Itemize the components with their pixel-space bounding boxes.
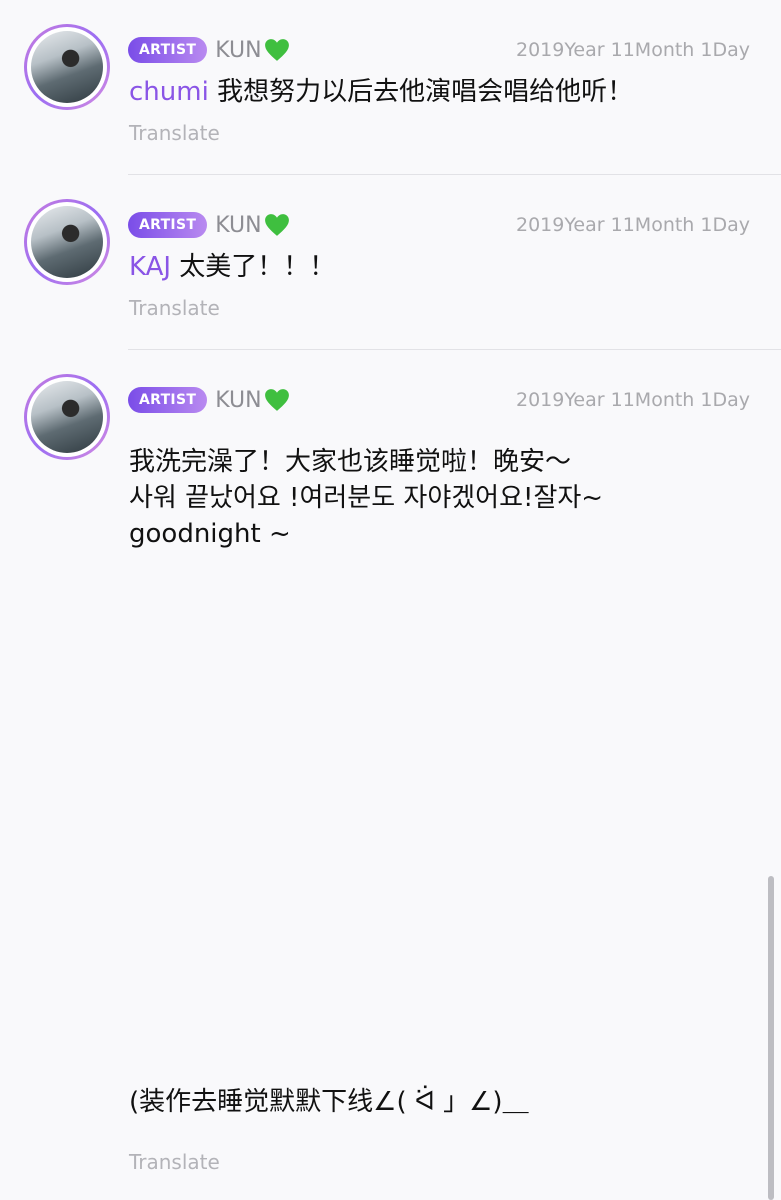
divider <box>128 349 781 350</box>
artist-badge: ARTIST <box>128 387 208 413</box>
translate-link[interactable]: Translate <box>129 296 220 320</box>
post-line: 사워 끝났어요 !여러분도 자야겠어요!잘자~ <box>129 483 604 513</box>
author-name[interactable]: KUN <box>215 213 289 238</box>
author-label: KUN <box>215 387 262 413</box>
author-label: KUN <box>215 37 262 63</box>
mention-link[interactable]: KAJ <box>129 252 171 282</box>
post-meta: ARTIST KUN <box>128 36 290 64</box>
green-heart-icon <box>264 39 289 61</box>
avatar[interactable] <box>24 199 110 285</box>
post-line: goodnight ~ <box>129 519 291 549</box>
post-date: 2019Year 11Month 1Day <box>516 39 750 61</box>
avatar[interactable] <box>24 24 110 110</box>
mention-link[interactable]: chumi <box>129 77 209 107</box>
author-name[interactable]: KUN <box>215 38 289 63</box>
post-body: 太美了！！！ <box>171 252 336 282</box>
green-heart-icon <box>264 214 289 236</box>
divider <box>128 174 781 175</box>
post-text: KAJ 太美了！！！ <box>129 250 335 284</box>
post-line: 我洗完澡了！大家也该睡觉啦！晚安～ <box>129 447 572 477</box>
post-meta: ARTIST KUN <box>128 211 290 239</box>
translate-link[interactable]: Translate <box>129 121 220 145</box>
artist-badge: ARTIST <box>128 37 208 63</box>
scrollbar[interactable] <box>768 876 774 1200</box>
author-name[interactable]: KUN <box>215 388 289 413</box>
post-tail-text: (装作去睡觉默默下线∠( ᐛ 」∠)＿ <box>129 1087 529 1117</box>
post-body: 我想努力以后去他演唱会唱给他听！ <box>208 77 634 107</box>
post-date: 2019Year 11Month 1Day <box>516 214 750 236</box>
post-text: chumi 我想努力以后去他演唱会唱给他听！ <box>129 75 633 109</box>
avatar-photo <box>31 31 103 103</box>
comment-feed: ARTIST KUN 2019Year 11Month 1Day chumi 我… <box>0 0 781 1200</box>
post-text: 我洗完澡了！大家也该睡觉啦！晚安～ 사워 끝났어요 !여러분도 자야겠어요!잘자… <box>129 444 603 552</box>
post-date: 2019Year 11Month 1Day <box>516 389 750 411</box>
green-heart-icon <box>264 389 289 411</box>
avatar-photo <box>31 381 103 453</box>
author-label: KUN <box>215 212 262 238</box>
post-meta: ARTIST KUN <box>128 386 290 414</box>
avatar-photo <box>31 206 103 278</box>
artist-badge: ARTIST <box>128 212 208 238</box>
avatar[interactable] <box>24 374 110 460</box>
translate-link[interactable]: Translate <box>129 1150 220 1174</box>
